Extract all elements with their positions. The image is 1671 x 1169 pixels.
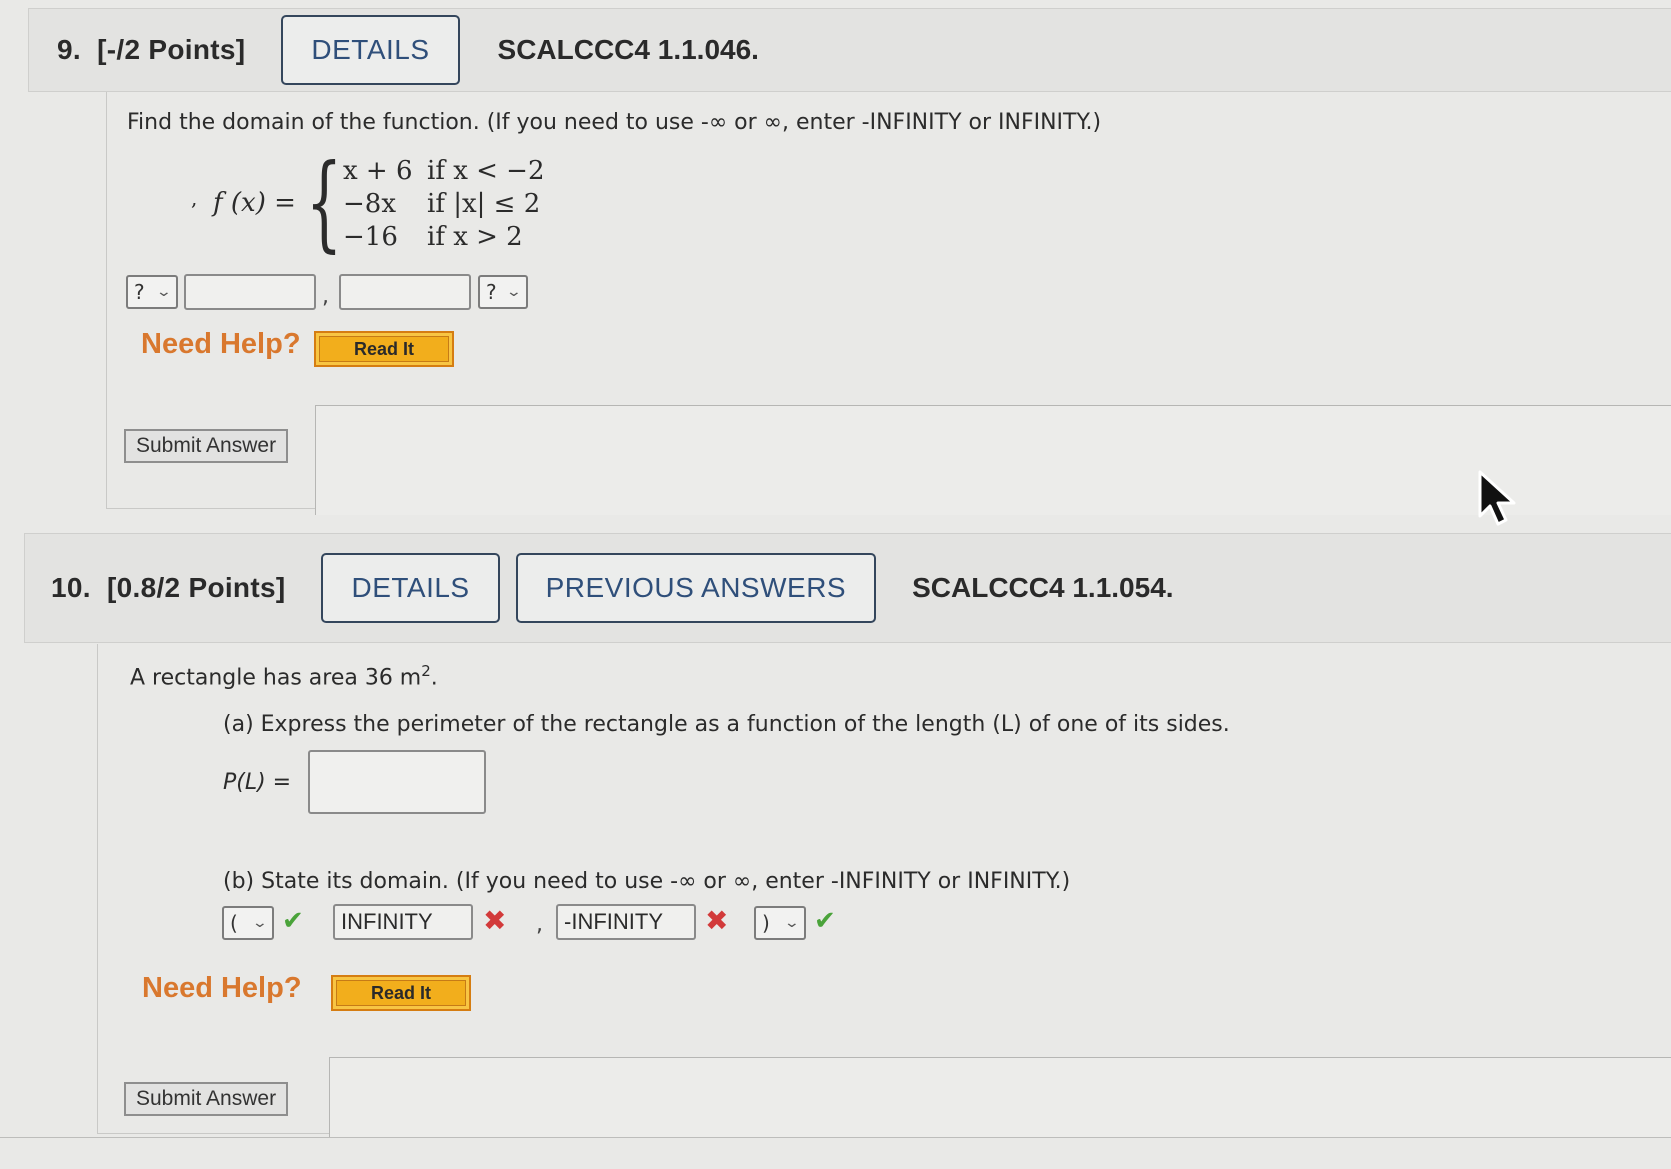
part-a-text: (a) Express the perimeter of the rectang… (223, 712, 1230, 737)
separator: , (536, 912, 543, 937)
piece-condition: if |x| ≤ 2 (427, 189, 541, 219)
domain-lower-input[interactable]: INFINITY (333, 904, 473, 940)
right-bracket-select[interactable]: ? ⌄ (478, 275, 528, 309)
question-10-header: 10. [0.8/2 Points] DETAILS PREVIOUS ANSW… (24, 533, 1671, 643)
response-panel (329, 1057, 1671, 1137)
domain-lower-input[interactable] (184, 274, 316, 310)
previous-answers-button[interactable]: PREVIOUS ANSWERS (515, 553, 877, 623)
piece-condition: if x > 2 (427, 222, 523, 252)
mouse-cursor-icon (1478, 470, 1516, 526)
piece-expr: −8x (343, 189, 396, 219)
details-button[interactable]: DETAILS (281, 15, 460, 85)
separator: , (322, 284, 329, 309)
piece-expr: x + 6 (343, 156, 413, 186)
question-9-header: 9. [-/2 Points] DETAILS SCALCCC4 1.1.046… (28, 8, 1671, 92)
question-9-points: 9. [-/2 Points] (57, 34, 245, 66)
part-a-label: P(L) = (223, 770, 292, 795)
piece-row: −16 if x > 2 (343, 222, 523, 252)
domain-upper-input[interactable] (339, 274, 471, 310)
prompt-text: A rectangle has area 36 m (130, 665, 422, 691)
cross-icon: ✖ (705, 904, 729, 937)
chevron-down-icon: ⌄ (505, 284, 523, 300)
details-button[interactable]: DETAILS (321, 553, 500, 623)
select-value: ? (134, 280, 145, 304)
check-icon: ✔ (282, 906, 304, 936)
read-it-button[interactable]: Read It (314, 331, 454, 367)
function-lhs: f (x) = (213, 188, 296, 218)
prompt-period: . (430, 665, 438, 691)
question-code: SCALCCC4 1.1.046. (497, 34, 759, 65)
select-value: ? (486, 280, 497, 304)
stray-comma: , (191, 186, 198, 210)
divider (0, 1137, 1671, 1138)
perimeter-input[interactable] (308, 750, 486, 814)
brace: { (305, 141, 343, 263)
superscript: 2 (421, 662, 431, 680)
domain-upper-input[interactable]: -INFINITY (556, 904, 696, 940)
piecewise-function: , f (x) = { x + 6 if x < −2 −8x if |x| ≤ 2… (191, 150, 691, 266)
left-bracket-select[interactable]: ? ⌄ (126, 275, 178, 309)
read-it-button[interactable]: Read It (331, 975, 471, 1011)
chevron-down-icon: ⌄ (251, 915, 269, 931)
question-number: 9. (57, 34, 81, 65)
left-bracket-select[interactable]: ( ⌄ (222, 906, 274, 940)
piece-row: −8x if |x| ≤ 2 (343, 189, 540, 219)
chevron-down-icon: ⌄ (155, 284, 173, 300)
cross-icon: ✖ (483, 904, 507, 937)
submit-answer-button[interactable]: Submit Answer (124, 429, 289, 463)
question-prompt: Find the domain of the function. (If you… (127, 110, 1102, 135)
part-b-text: (b) State its domain. (If you need to us… (223, 869, 1071, 894)
piece-row: x + 6 if x < −2 (343, 156, 545, 186)
response-panel (315, 405, 1671, 515)
select-value: ) (762, 911, 770, 935)
need-help-label: Need Help? (141, 328, 301, 360)
question-10-points: 10. [0.8/2 Points] (51, 572, 285, 604)
select-value: ( (230, 911, 238, 935)
need-help-label: Need Help? (142, 972, 302, 1004)
check-icon: ✔ (814, 906, 836, 936)
question-code: SCALCCC4 1.1.054. (912, 572, 1174, 603)
question-number: 10. (51, 572, 91, 603)
question-10-body: A rectangle has area 36 m2. (a) Express … (97, 644, 1671, 1137)
points-label: [0.8/2 Points] (107, 572, 286, 603)
chevron-down-icon: ⌄ (783, 915, 801, 931)
piece-condition: if x < −2 (427, 156, 545, 186)
points-label: [-/2 Points] (97, 34, 246, 65)
submit-answer-button[interactable]: Submit Answer (124, 1082, 289, 1116)
question-9-body: Find the domain of the function. (If you… (106, 92, 1671, 515)
question-prompt: A rectangle has area 36 m2. (130, 662, 438, 690)
piece-expr: −16 (343, 222, 398, 252)
right-bracket-select[interactable]: ) ⌄ (754, 906, 806, 940)
